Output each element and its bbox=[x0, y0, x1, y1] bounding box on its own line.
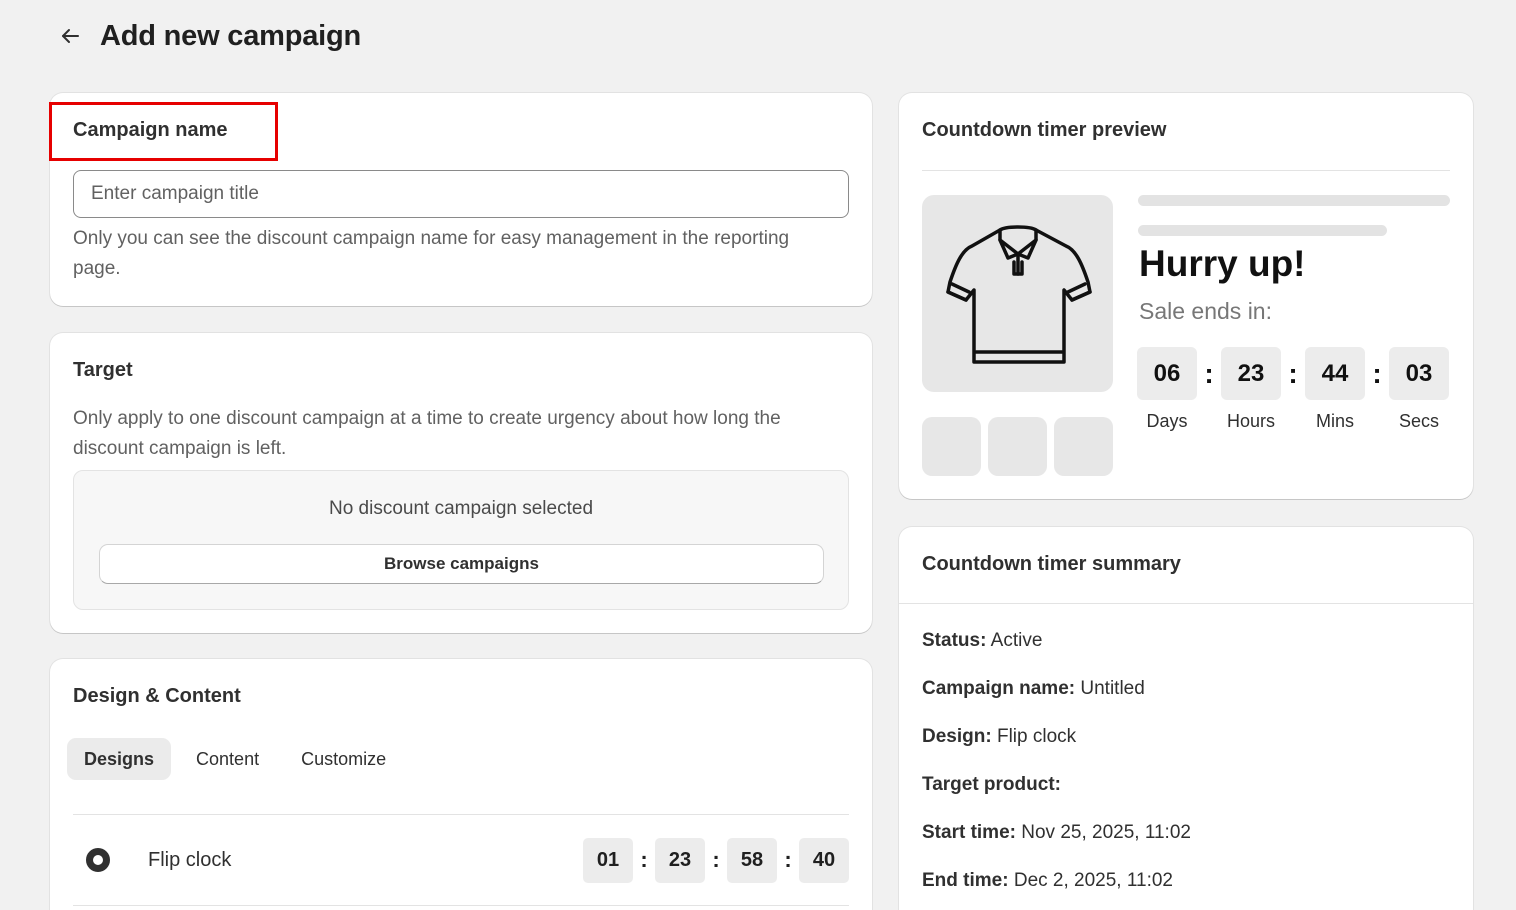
timer-value: 03 bbox=[1389, 347, 1449, 400]
timer-preview-card: Countdown timer preview Hurry up! Sale e… bbox=[899, 93, 1473, 499]
timer-value: 06 bbox=[1137, 347, 1197, 400]
design-option-name: Flip clock bbox=[148, 848, 232, 871]
campaign-title-input[interactable] bbox=[73, 170, 849, 218]
sample-digit: 40 bbox=[799, 837, 849, 883]
summary-value: Nov 25, 2025, 11:02 bbox=[1021, 822, 1191, 843]
summary-label: Start time: bbox=[922, 822, 1016, 843]
page-title: Add new campaign bbox=[100, 19, 362, 52]
summary-value: Untitled bbox=[1080, 678, 1145, 699]
summary-value: Active bbox=[990, 630, 1043, 651]
sample-digit: 01 bbox=[583, 837, 633, 883]
sample-digit: 23 bbox=[655, 837, 705, 883]
polo-shirt-icon bbox=[945, 224, 1092, 364]
countdown-timer: 06 Days : 23 Hours : 44 Mins : 03 Secs bbox=[1137, 347, 1449, 432]
summary-campaign-name: Campaign name: Untitled bbox=[922, 678, 1191, 726]
timer-label: Days bbox=[1146, 411, 1188, 431]
timer-label: Mins bbox=[1315, 411, 1354, 431]
tab-designs[interactable]: Designs bbox=[67, 738, 172, 780]
empty-campaign-text: No discount campaign selected bbox=[328, 498, 594, 519]
summary-list: Status: Active Campaign name: Untitled D… bbox=[922, 630, 1191, 910]
timer-colon: : bbox=[1372, 357, 1382, 389]
product-thumbnail[interactable] bbox=[922, 417, 981, 476]
sample-digit: 58 bbox=[727, 837, 777, 883]
timer-value: 23 bbox=[1221, 347, 1281, 400]
sample-colon: : bbox=[712, 847, 720, 872]
product-thumbnail[interactable] bbox=[1054, 417, 1113, 476]
arrow-left-icon bbox=[62, 29, 79, 43]
target-title: Target bbox=[73, 359, 133, 381]
design-content-title: Design & Content bbox=[73, 685, 241, 707]
timer-value: 44 bbox=[1305, 347, 1365, 400]
page-header: Add new campaign bbox=[56, 18, 361, 54]
skeleton-line bbox=[1138, 195, 1450, 206]
campaign-name-card: Campaign name Only you can see the disco… bbox=[50, 93, 872, 306]
summary-label: Status: bbox=[922, 630, 987, 651]
campaign-name-title: Campaign name bbox=[73, 119, 228, 141]
summary-value: Dec 2, 2025, 11:02 bbox=[1013, 870, 1173, 891]
summary-value: Flip clock bbox=[996, 726, 1077, 747]
browse-campaigns-button[interactable]: Browse campaigns bbox=[99, 544, 824, 584]
design-radio[interactable] bbox=[86, 848, 110, 872]
summary-label: Campaign name: bbox=[922, 678, 1076, 699]
design-tabs: Designs Content Customize bbox=[67, 738, 403, 780]
preview-title: Countdown timer preview bbox=[922, 119, 1167, 141]
target-card: Target Only apply to one discount campai… bbox=[50, 333, 872, 633]
campaign-name-help: Only you can see the discount campaign n… bbox=[73, 228, 790, 279]
tab-customize[interactable]: Customize bbox=[284, 738, 403, 780]
timer-mins: 44 Mins bbox=[1305, 347, 1365, 432]
summary-label: Target product: bbox=[922, 774, 1061, 795]
summary-end-time: End time: Dec 2, 2025, 11:02 bbox=[922, 870, 1191, 910]
summary-label: Design: bbox=[922, 726, 992, 747]
timer-colon: : bbox=[1288, 357, 1298, 389]
preview-headline: Hurry up! bbox=[1139, 243, 1306, 284]
product-image bbox=[922, 195, 1113, 392]
design-content-card: Design & Content Designs Content Customi… bbox=[50, 659, 872, 910]
timer-days: 06 Days bbox=[1137, 347, 1197, 432]
sample-colon: : bbox=[640, 847, 648, 872]
timer-label: Hours bbox=[1226, 411, 1275, 431]
design-option-flip-clock[interactable]: Flip clock 01 : 23 : 58 : 40 bbox=[73, 815, 849, 905]
timer-hours: 23 Hours bbox=[1221, 347, 1281, 432]
design-divider-bottom bbox=[73, 905, 849, 906]
summary-design: Design: Flip clock bbox=[922, 726, 1191, 774]
skeleton-line bbox=[1138, 225, 1387, 236]
summary-title: Countdown timer summary bbox=[922, 553, 1181, 575]
timer-colon: : bbox=[1204, 357, 1214, 389]
target-help: Only apply to one discount campaign at a… bbox=[73, 408, 781, 459]
summary-label: End time: bbox=[922, 870, 1009, 891]
timer-secs: 03 Secs bbox=[1389, 347, 1449, 432]
summary-divider bbox=[899, 603, 1473, 604]
summary-status: Status: Active bbox=[922, 630, 1191, 678]
preview-subtext: Sale ends in: bbox=[1139, 298, 1272, 324]
sample-colon: : bbox=[784, 847, 792, 872]
back-button[interactable] bbox=[56, 22, 84, 50]
timer-summary-card: Countdown timer summary Status: Active C… bbox=[899, 527, 1473, 910]
flip-clock-sample: 01 : 23 : 58 : 40 bbox=[583, 837, 849, 883]
empty-campaign-box: No discount campaign selected Browse cam… bbox=[73, 470, 849, 610]
preview-divider bbox=[922, 170, 1450, 171]
product-thumbnail[interactable] bbox=[988, 417, 1047, 476]
summary-start-time: Start time: Nov 25, 2025, 11:02 bbox=[922, 822, 1191, 870]
tab-content[interactable]: Content bbox=[179, 738, 276, 780]
timer-label: Secs bbox=[1398, 411, 1440, 431]
summary-target-product: Target product: bbox=[922, 774, 1191, 822]
